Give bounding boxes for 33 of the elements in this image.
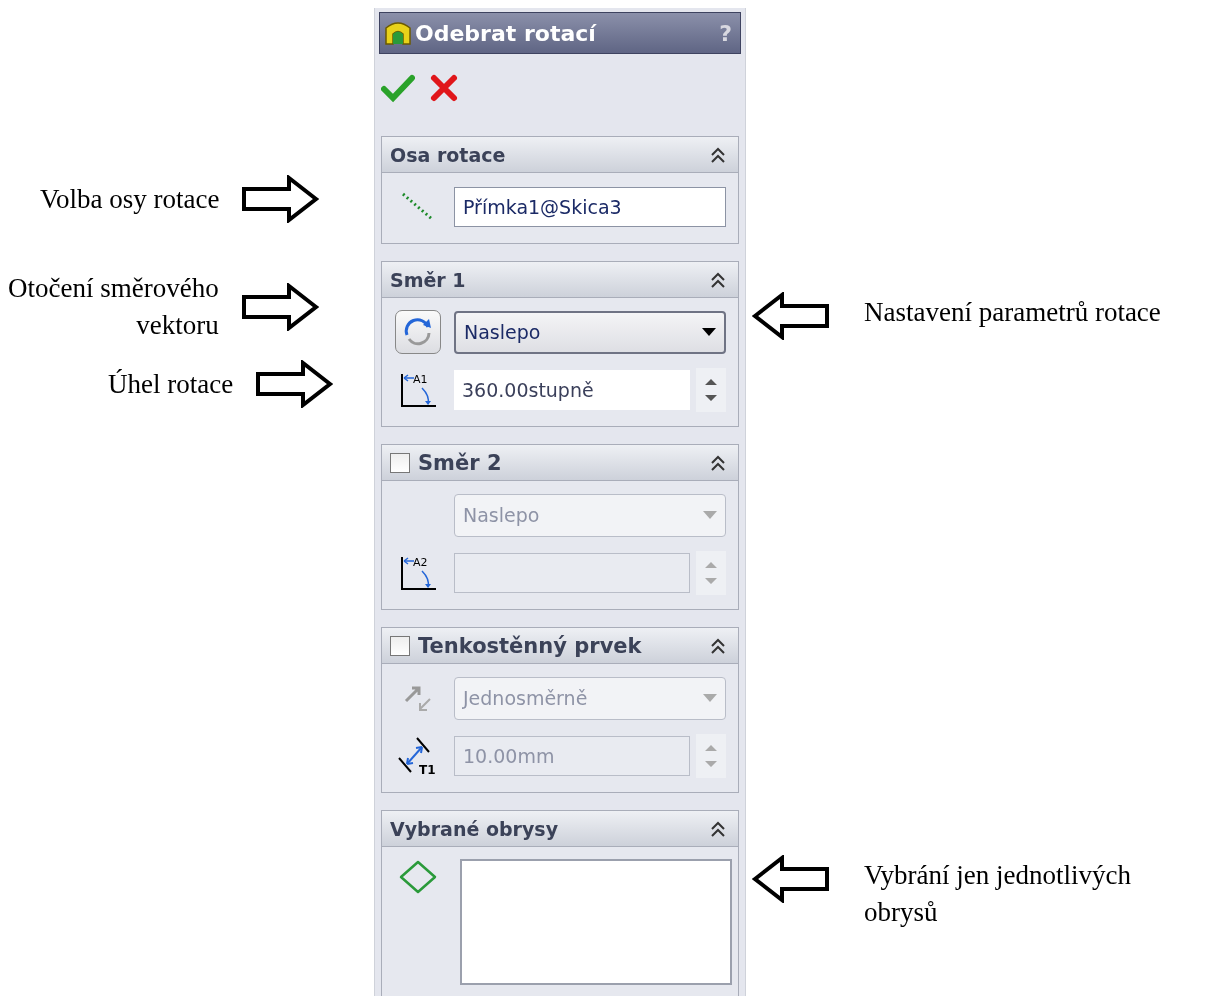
callout-label: Volba osy rotace: [40, 182, 220, 216]
group-title: Směr 2: [418, 450, 503, 475]
cancel-button[interactable]: [429, 73, 459, 103]
caret-icon: [703, 511, 717, 519]
group-title: Směr 1: [390, 268, 467, 291]
group-title: Tenkostěnný prvek: [418, 633, 643, 658]
contour-list[interactable]: [460, 859, 732, 985]
spin-buttons[interactable]: [696, 368, 726, 412]
checkbox[interactable]: [390, 635, 410, 656]
checkbox[interactable]: [390, 452, 410, 473]
group-title: Vybrané obrysy: [390, 817, 559, 840]
contour-icon: [398, 859, 438, 895]
group-title: Osa rotace: [390, 143, 507, 166]
panel-title: Odebrat rotací: [415, 20, 598, 46]
collapse-icon[interactable]: [710, 270, 726, 289]
collapse-icon[interactable]: [710, 453, 726, 472]
selection-field[interactable]: Přímka1@Skica3: [454, 187, 726, 227]
callout-label: Nastavení parametrů rotace: [864, 296, 1161, 329]
ok-button[interactable]: [381, 73, 415, 103]
axis-line-icon: [401, 192, 435, 222]
collapse-icon[interactable]: [710, 145, 726, 164]
help-button[interactable]: ?: [719, 20, 732, 46]
collapse-icon[interactable]: [710, 636, 726, 655]
dropdown[interactable]: Naslepo: [454, 310, 726, 354]
caret-icon: [702, 328, 716, 336]
reverse-direction-button[interactable]: [395, 310, 441, 354]
callout-label: Otočení směrového vektoru: [8, 272, 219, 342]
callout-label: Úhel rotace: [108, 367, 234, 401]
number-field[interactable]: 360.00stupně: [454, 370, 690, 410]
caret-icon: [703, 694, 717, 702]
feature-icon: [384, 20, 412, 46]
callout-label: Vybrání jen jednotlivých obrysů: [864, 859, 1131, 929]
collapse-icon[interactable]: [710, 819, 726, 838]
